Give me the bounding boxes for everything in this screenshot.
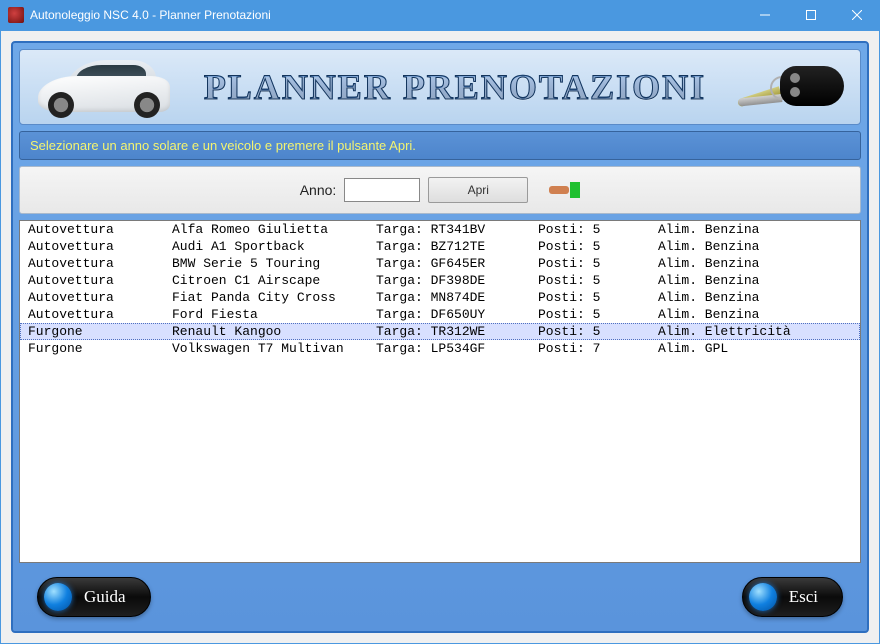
orb-icon bbox=[749, 583, 777, 611]
cell-plate: Targa: GF645ER bbox=[376, 255, 538, 272]
help-label: Guida bbox=[84, 587, 126, 607]
page-title: PLANNER PRENOTAZIONI bbox=[186, 66, 724, 108]
cell-model: Renault Kangoo bbox=[172, 324, 376, 339]
footer-bar: Guida Esci bbox=[19, 569, 861, 625]
cell-fuel: Alim. Elettricità bbox=[658, 324, 852, 339]
vehicle-row[interactable]: AutovetturaAudi A1 SportbackTarga: BZ712… bbox=[20, 238, 860, 255]
cell-plate: Targa: DF650UY bbox=[376, 306, 538, 323]
cell-fuel: Alim. Benzina bbox=[658, 306, 852, 323]
vehicle-row[interactable]: AutovetturaBMW Serie 5 TouringTarga: GF6… bbox=[20, 255, 860, 272]
help-button[interactable]: Guida bbox=[37, 577, 151, 617]
cell-type: Autovettura bbox=[28, 289, 172, 306]
cell-plate: Targa: MN874DE bbox=[376, 289, 538, 306]
cell-plate: Targa: BZ712TE bbox=[376, 238, 538, 255]
cell-model: Citroen C1 Airscape bbox=[172, 272, 376, 289]
cell-fuel: Alim. Benzina bbox=[658, 272, 852, 289]
vehicle-row[interactable]: FurgoneVolkswagen T7 MultivanTarga: LP53… bbox=[20, 340, 860, 357]
header-banner: PLANNER PRENOTAZIONI bbox=[19, 49, 861, 125]
cell-fuel: Alim. Benzina bbox=[658, 238, 852, 255]
cell-model: Fiat Panda City Cross bbox=[172, 289, 376, 306]
year-label: Anno: bbox=[300, 182, 337, 198]
vehicle-row[interactable]: AutovetturaFord FiestaTarga: DF650UYPost… bbox=[20, 306, 860, 323]
cell-plate: Targa: LP534GF bbox=[376, 340, 538, 357]
cell-type: Autovettura bbox=[28, 221, 172, 238]
cell-seats: Posti: 5 bbox=[538, 238, 658, 255]
maximize-button[interactable] bbox=[788, 0, 834, 30]
vehicle-row[interactable]: AutovetturaCitroen C1 AirscapeTarga: DF3… bbox=[20, 272, 860, 289]
cell-model: Ford Fiesta bbox=[172, 306, 376, 323]
keys-icon bbox=[736, 58, 846, 116]
orb-icon bbox=[44, 583, 72, 611]
cell-fuel: Alim. Benzina bbox=[658, 289, 852, 306]
controls-bar: Anno: Apri bbox=[19, 166, 861, 214]
cell-type: Autovettura bbox=[28, 306, 172, 323]
cell-plate: Targa: TR312WE bbox=[376, 324, 538, 339]
cell-seats: Posti: 5 bbox=[538, 272, 658, 289]
cell-fuel: Alim. GPL bbox=[658, 340, 852, 357]
exit-label: Esci bbox=[789, 587, 818, 607]
cell-fuel: Alim. Benzina bbox=[658, 221, 852, 238]
app-icon bbox=[8, 7, 24, 23]
vehicle-row[interactable]: AutovetturaAlfa Romeo GiuliettaTarga: RT… bbox=[20, 221, 860, 238]
exit-button[interactable]: Esci bbox=[742, 577, 843, 617]
cell-plate: Targa: RT341BV bbox=[376, 221, 538, 238]
cell-type: Autovettura bbox=[28, 272, 172, 289]
cell-model: Audi A1 Sportback bbox=[172, 238, 376, 255]
window-title: Autonoleggio NSC 4.0 - Planner Prenotazi… bbox=[30, 8, 271, 22]
close-button[interactable] bbox=[834, 0, 880, 30]
cell-seats: Posti: 5 bbox=[538, 306, 658, 323]
vehicle-list[interactable]: AutovetturaAlfa Romeo GiuliettaTarga: RT… bbox=[19, 220, 861, 563]
pointer-hand-icon bbox=[546, 179, 580, 201]
year-input[interactable] bbox=[344, 178, 420, 202]
cell-seats: Posti: 5 bbox=[538, 324, 658, 339]
instruction-text: Selezionare un anno solare e un veicolo … bbox=[19, 131, 861, 160]
car-icon bbox=[34, 58, 174, 116]
cell-seats: Posti: 5 bbox=[538, 289, 658, 306]
minimize-button[interactable] bbox=[742, 0, 788, 30]
vehicle-row[interactable]: FurgoneRenault KangooTarga: TR312WEPosti… bbox=[20, 323, 860, 340]
vehicle-row[interactable]: AutovetturaFiat Panda City CrossTarga: M… bbox=[20, 289, 860, 306]
cell-seats: Posti: 7 bbox=[538, 340, 658, 357]
cell-plate: Targa: DF398DE bbox=[376, 272, 538, 289]
cell-type: Autovettura bbox=[28, 238, 172, 255]
cell-model: BMW Serie 5 Touring bbox=[172, 255, 376, 272]
cell-seats: Posti: 5 bbox=[538, 221, 658, 238]
cell-fuel: Alim. Benzina bbox=[658, 255, 852, 272]
open-button[interactable]: Apri bbox=[428, 177, 528, 203]
cell-model: Volkswagen T7 Multivan bbox=[172, 340, 376, 357]
title-bar: Autonoleggio NSC 4.0 - Planner Prenotazi… bbox=[0, 0, 880, 30]
cell-type: Furgone bbox=[28, 324, 172, 339]
cell-type: Furgone bbox=[28, 340, 172, 357]
cell-seats: Posti: 5 bbox=[538, 255, 658, 272]
cell-type: Autovettura bbox=[28, 255, 172, 272]
cell-model: Alfa Romeo Giulietta bbox=[172, 221, 376, 238]
